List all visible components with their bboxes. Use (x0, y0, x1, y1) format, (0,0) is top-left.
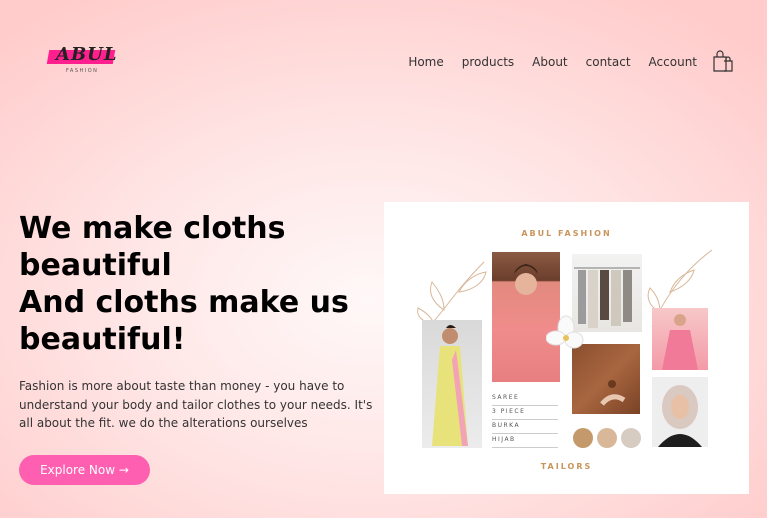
hero-title-line: beautiful! (19, 322, 186, 357)
moodboard-title: ABUL FASHION (521, 229, 612, 238)
explore-now-button[interactable]: Explore Now → (19, 455, 150, 485)
shopping-bag-icon[interactable] (711, 49, 735, 73)
logo-subtitle: FASHION (66, 68, 99, 74)
hero-title-line: We make cloths (19, 211, 286, 246)
nav-products[interactable]: products (462, 55, 514, 69)
color-swatch (573, 428, 593, 448)
brand-logo[interactable]: ABUL FASHION (46, 44, 118, 78)
nav-about[interactable]: About (532, 55, 567, 69)
photo-bridal-lehenga (652, 308, 708, 370)
flower-icon (546, 315, 584, 349)
photo-hijab (652, 377, 708, 447)
category-tags: SAREE 3 PIECE BURKA HIJAB (492, 392, 558, 448)
tag-hijab: HIJAB (492, 434, 558, 448)
nav-contact[interactable]: contact (586, 55, 631, 69)
hero-title: We make cloths beautiful And cloths make… (19, 210, 379, 358)
photo-yellow-saree (422, 320, 482, 448)
hero-moodboard-image: ABUL FASHION SAREE 3 PIECE BURKA HIJAB T… (384, 202, 749, 494)
tag-burka: BURKA (492, 420, 558, 434)
main-nav: Home products About contact Account (408, 55, 697, 69)
nav-account[interactable]: Account (649, 55, 697, 69)
tag-saree: SAREE (492, 392, 558, 406)
hero-title-line: And cloths make us (19, 285, 349, 320)
nav-home[interactable]: Home (408, 55, 443, 69)
hero-title-line: beautiful (19, 248, 172, 283)
hero-description: Fashion is more about taste than money -… (19, 379, 373, 430)
moodboard-footer: TAILORS (540, 462, 593, 471)
logo-text: ABUL (56, 44, 118, 65)
color-swatch (621, 428, 641, 448)
tag-3-piece: 3 PIECE (492, 406, 558, 420)
color-swatch (597, 428, 617, 448)
